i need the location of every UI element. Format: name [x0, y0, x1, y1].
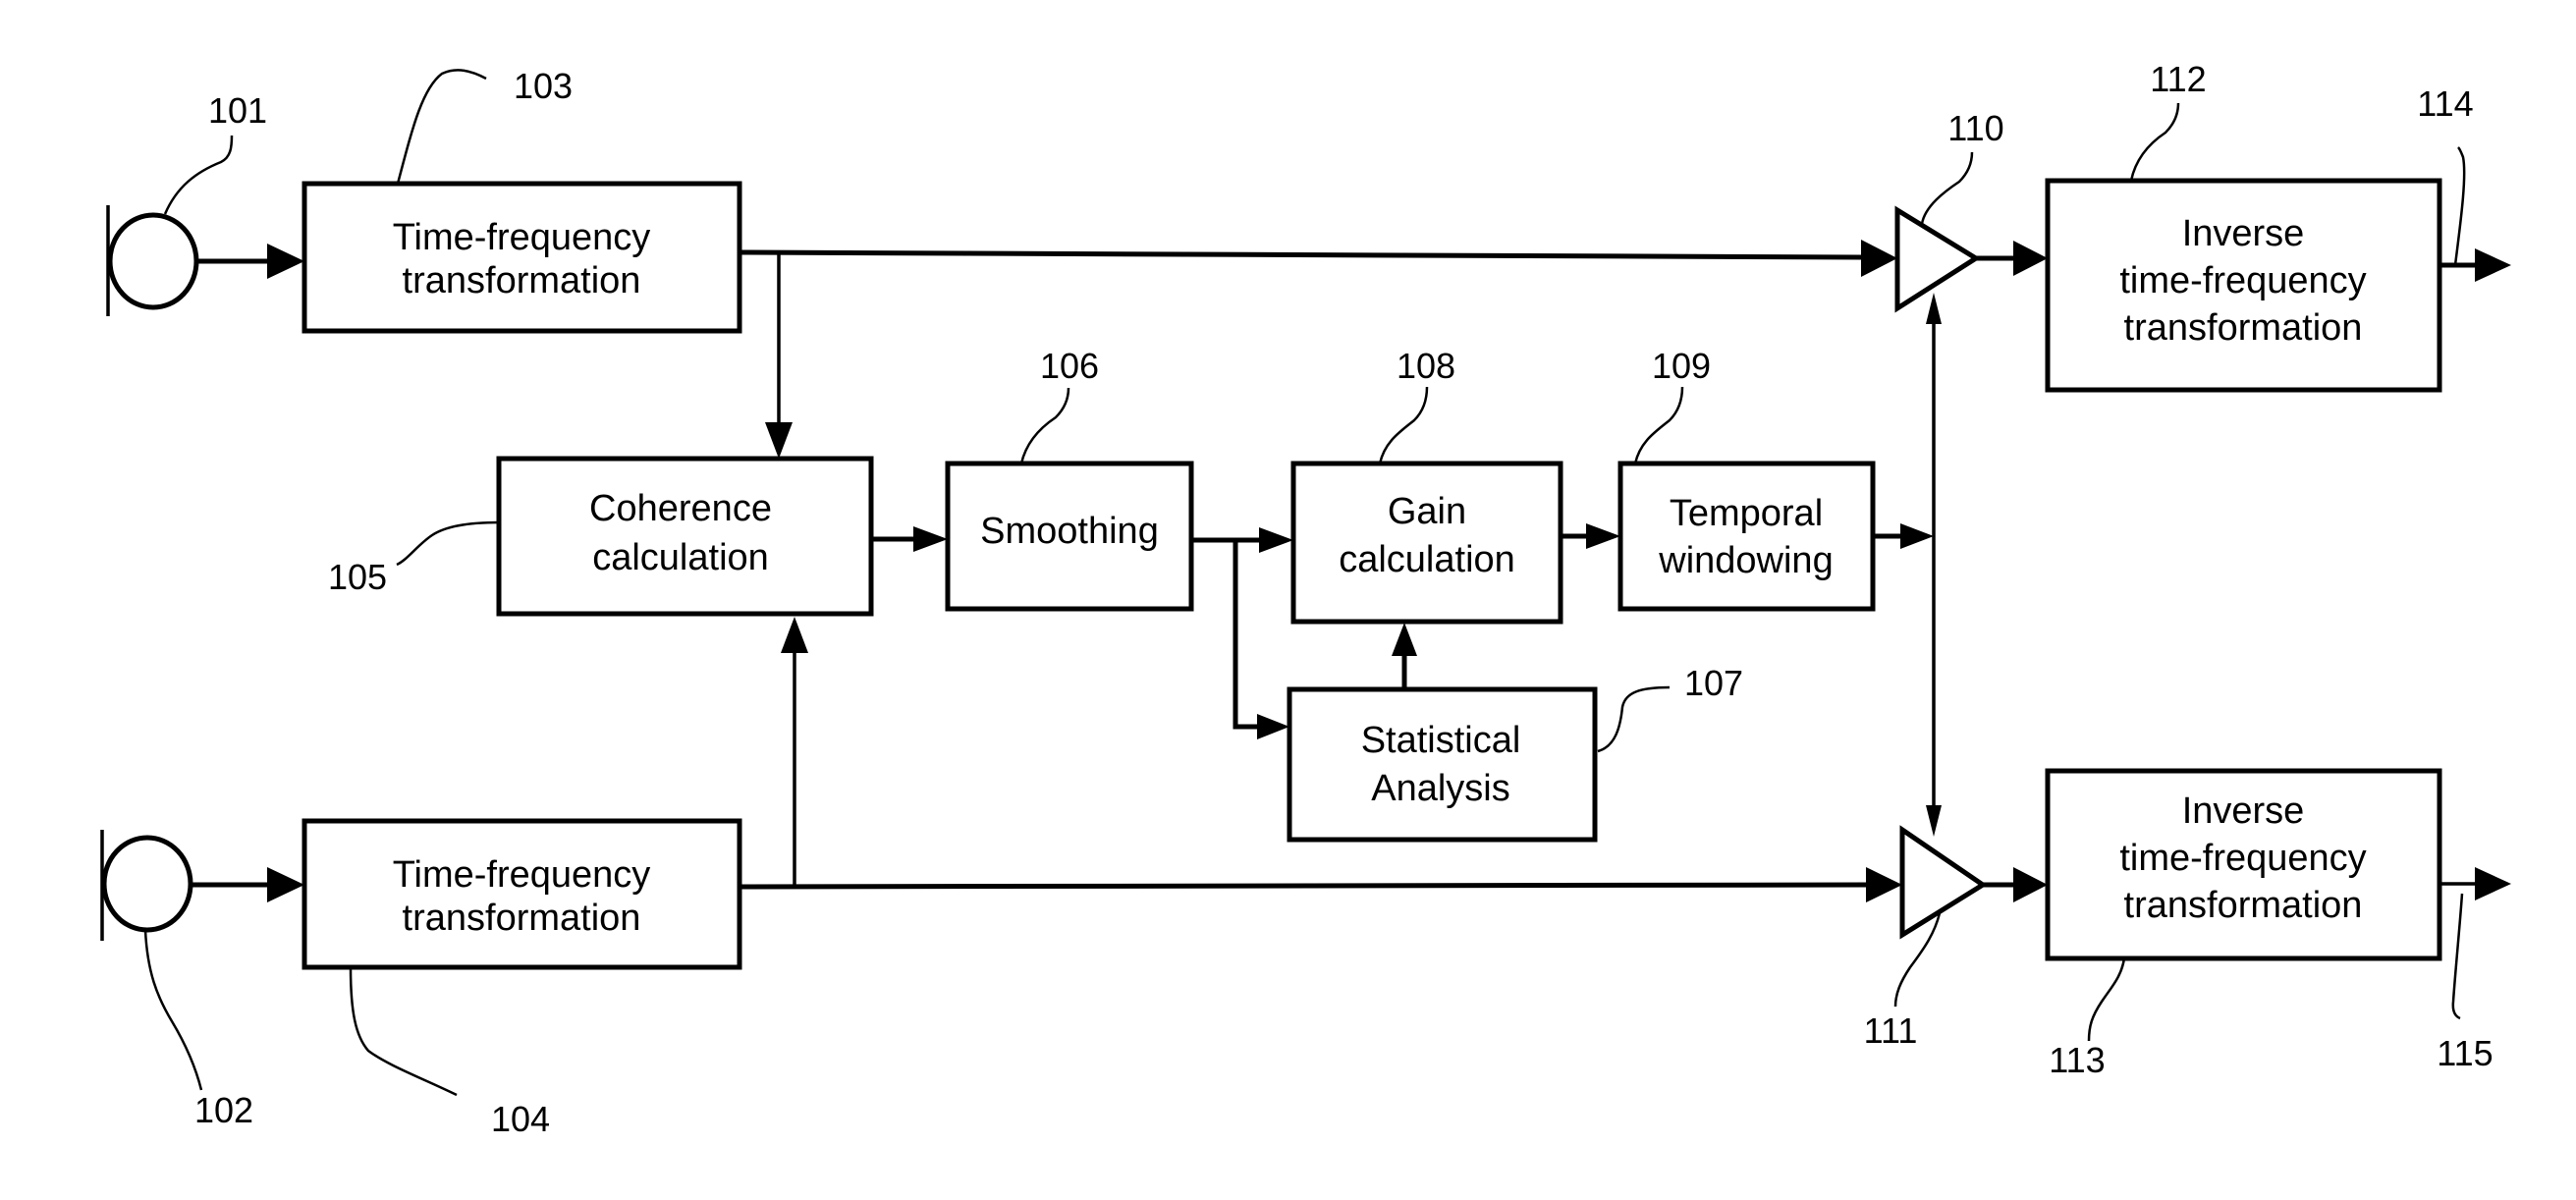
block-temporal-windowing: Temporal windowing — [1617, 461, 1876, 612]
arrowhead — [1866, 867, 1902, 902]
arrowhead — [1926, 293, 1942, 324]
output-arrow-114 — [2475, 248, 2511, 282]
block-coherence-calculation: Coherence calculation — [496, 456, 874, 617]
arrowhead — [1586, 523, 1620, 549]
ref-109: 109 — [1652, 346, 1711, 386]
arrowhead — [1926, 805, 1942, 837]
arrowhead — [1257, 714, 1289, 739]
block-text: transformation — [2124, 885, 2363, 926]
ref-113: 113 — [2049, 1040, 2105, 1080]
block-text: Analysis — [1371, 768, 1510, 809]
block-text: Temporal — [1670, 493, 1823, 534]
ref-111: 111 — [1864, 1010, 1918, 1051]
leader-109 — [1633, 386, 1684, 464]
block-smoothing: Smoothing — [945, 461, 1194, 612]
ref-112: 112 — [2150, 59, 2206, 99]
leader-107 — [1597, 685, 1671, 753]
leader-114 — [2453, 146, 2466, 266]
block-inverse-tf-1: Inverse time-frequency transformation — [2045, 178, 2442, 393]
block-text: time-frequency — [2119, 260, 2366, 301]
ref-107: 107 — [1684, 663, 1743, 703]
block-text: Gain — [1388, 491, 1466, 532]
block-statistical-analysis: Statistical Analysis — [1287, 686, 1598, 843]
block-text: Statistical — [1361, 720, 1521, 761]
ref-114: 114 — [2417, 83, 2473, 124]
output-arrow-115 — [2475, 867, 2511, 900]
arrowhead — [1900, 523, 1934, 549]
block-text: transformation — [403, 260, 641, 301]
leader-105 — [396, 520, 500, 567]
leader-103 — [396, 69, 487, 185]
ref-108: 108 — [1397, 346, 1455, 386]
block-text: Inverse — [2182, 213, 2305, 254]
wire-smoothing-statistical — [1233, 540, 1257, 730]
block-text: transformation — [403, 898, 641, 939]
block-text: Inverse — [2182, 791, 2305, 832]
microphone-102 — [100, 830, 193, 941]
leader-102 — [143, 929, 203, 1091]
ref-106: 106 — [1040, 346, 1099, 386]
ref-104: 104 — [491, 1099, 550, 1139]
ref-115: 115 — [2437, 1033, 2493, 1073]
multiplier-110 — [1894, 205, 1981, 313]
ref-103: 103 — [514, 66, 573, 106]
ref-110: 110 — [1947, 108, 2003, 148]
block-text: calculation — [1339, 539, 1515, 580]
arrowhead — [2013, 241, 2048, 276]
leader-112 — [2129, 102, 2180, 182]
wire-tf1-amp1 — [739, 249, 1862, 260]
block-diagram: Time-frequency transformation Time-frequ… — [100, 59, 2511, 1139]
leader-110 — [1920, 151, 1974, 225]
microphone-icon — [107, 212, 199, 310]
arrowhead — [267, 244, 304, 279]
leader-108 — [1378, 386, 1429, 464]
arrowhead — [267, 867, 304, 902]
block-text: Smoothing — [980, 511, 1159, 552]
arrowhead — [765, 422, 793, 459]
multiplier-111 — [1899, 825, 1988, 940]
leader-113 — [2087, 957, 2126, 1042]
leader-101 — [163, 135, 234, 215]
block-gain-calculation: Gain calculation — [1290, 461, 1563, 625]
block-text: windowing — [1658, 540, 1833, 581]
microphone-icon — [101, 835, 193, 933]
block-time-frequency-1: Time-frequency transformation — [301, 181, 742, 334]
block-inverse-tf-2: Inverse time-frequency transformation — [2045, 768, 2442, 961]
block-text: time-frequency — [2119, 838, 2366, 879]
block-text: Time-frequency — [393, 854, 651, 896]
block-text: Coherence — [589, 488, 772, 529]
block-time-frequency-2: Time-frequency transformation — [301, 818, 742, 970]
ref-102: 102 — [194, 1090, 253, 1130]
arrowhead — [1259, 527, 1293, 553]
block-text: calculation — [592, 537, 769, 578]
leader-115 — [2451, 893, 2464, 1020]
leader-106 — [1019, 387, 1070, 464]
arrowhead — [913, 526, 948, 552]
microphone-101 — [106, 205, 199, 316]
arrowhead — [2013, 867, 2048, 902]
block-text: Time-frequency — [393, 217, 651, 258]
arrowhead — [1861, 240, 1897, 277]
leader-104 — [349, 966, 458, 1097]
wire-tf2-amp2 — [739, 882, 1867, 890]
arrowhead — [781, 617, 808, 653]
arrowhead — [1392, 623, 1417, 656]
ref-101: 101 — [208, 90, 267, 131]
block-text: transformation — [2124, 307, 2363, 349]
ref-105: 105 — [328, 557, 387, 597]
